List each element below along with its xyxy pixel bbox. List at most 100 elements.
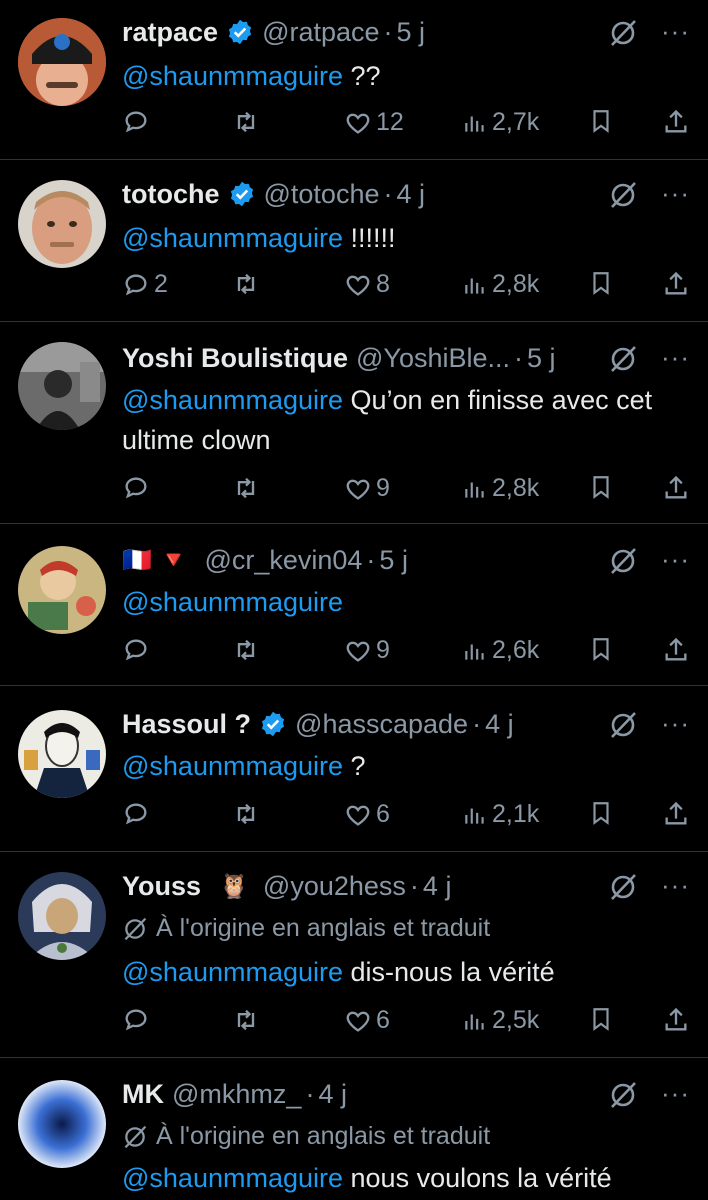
like-button[interactable]: 9	[344, 636, 390, 665]
views-button[interactable]: 2,8k	[462, 474, 539, 503]
views-button[interactable]: 2,7k	[462, 108, 539, 137]
display-name[interactable]: Hassoul ?	[122, 709, 251, 740]
view-count: 2,6k	[492, 636, 540, 664]
mention-link[interactable]: @shaunmmaguire	[122, 223, 343, 253]
more-options-icon[interactable]: ···	[661, 16, 690, 47]
more-options-icon[interactable]: ···	[661, 1078, 690, 1109]
mention-link[interactable]: @shaunmmaguire	[122, 957, 343, 987]
display-name[interactable]: MK	[122, 1079, 164, 1110]
reply-item[interactable]: Yoshi Boulistique @YoshiBle... · 5 j ···…	[0, 322, 708, 524]
handle[interactable]: @hasscapade	[295, 709, 468, 740]
avatar[interactable]	[18, 710, 106, 798]
timestamp[interactable]: 4 j	[318, 1079, 347, 1110]
avatar[interactable]	[18, 180, 106, 268]
mention-link[interactable]: @shaunmmaguire	[122, 61, 343, 91]
timestamp[interactable]: 5 j	[527, 343, 556, 374]
reply-button[interactable]	[122, 474, 154, 502]
repost-button[interactable]	[232, 270, 260, 298]
bookmark-button[interactable]	[588, 636, 614, 662]
handle[interactable]: @totoche	[264, 179, 380, 210]
more-options-icon[interactable]: ···	[661, 178, 690, 209]
repost-button[interactable]	[232, 108, 260, 136]
more-options-icon[interactable]: ···	[661, 544, 690, 575]
more-options-icon[interactable]: ···	[661, 342, 690, 373]
avatar[interactable]	[18, 1080, 106, 1168]
reply-button[interactable]	[122, 1006, 154, 1034]
mention-link[interactable]: @shaunmmaguire	[122, 751, 343, 781]
repost-button[interactable]	[232, 636, 260, 664]
like-button[interactable]: 6	[344, 800, 390, 829]
timestamp[interactable]: 4 j	[396, 179, 425, 210]
handle[interactable]: @ratpace	[262, 17, 379, 48]
bookmark-button[interactable]	[588, 108, 614, 134]
avatar[interactable]	[18, 342, 106, 430]
handle[interactable]: @mkhmz_	[172, 1079, 301, 1110]
bookmark-button[interactable]	[588, 474, 614, 500]
like-button[interactable]: 6	[344, 1006, 390, 1035]
avatar[interactable]	[18, 872, 106, 960]
reply-icon	[125, 803, 147, 825]
grok-icon[interactable]	[608, 872, 638, 902]
mention-link[interactable]: @shaunmmaguire	[122, 385, 343, 415]
like-button[interactable]: 9	[344, 474, 390, 503]
share-button[interactable]	[662, 1006, 690, 1034]
display-name[interactable]: Youss	[122, 871, 201, 902]
reply-item[interactable]: ratpace @ratpace · 5 j ··· @shaunmmaguir…	[0, 0, 708, 160]
handle[interactable]: @you2hess	[263, 871, 406, 902]
reply-item[interactable]: Youss 🦉 @you2hess · 4 j ··· À l'origine …	[0, 852, 708, 1058]
repost-button[interactable]	[232, 1006, 260, 1034]
reply-item[interactable]: 🇫🇷 🔻 @cr_kevin04 · 5 j ··· @shaunmmaguir…	[0, 524, 708, 686]
display-name[interactable]: Yoshi Boulistique	[122, 343, 348, 374]
reply-button[interactable]	[122, 800, 154, 828]
translation-notice[interactable]: À l'origine en anglais et traduit	[122, 914, 490, 943]
display-name[interactable]: totoche	[122, 179, 220, 210]
reply-button[interactable]	[122, 636, 154, 664]
timestamp[interactable]: 5 j	[397, 17, 426, 48]
views-button[interactable]: 2,1k	[462, 800, 539, 829]
reply-item[interactable]: Hassoul ? @hasscapade · 4 j ··· @shaunmm…	[0, 686, 708, 852]
reply-text: @shaunmmaguire Qu’on en finisse avec cet…	[122, 380, 668, 460]
grok-icon[interactable]	[608, 710, 638, 740]
grok-icon[interactable]	[608, 344, 638, 374]
grok-icon[interactable]	[608, 18, 638, 48]
name-emoji: 🦉	[219, 872, 249, 900]
views-button[interactable]: 2,8k	[462, 270, 539, 299]
share-button[interactable]	[662, 270, 690, 298]
reply-item[interactable]: totoche @totoche · 4 j ··· @shaunmmaguir…	[0, 160, 708, 322]
share-button[interactable]	[662, 474, 690, 502]
share-button[interactable]	[662, 800, 690, 828]
repost-button[interactable]	[232, 474, 260, 502]
reply-button[interactable]	[122, 108, 154, 136]
handle[interactable]: @cr_kevin04	[204, 545, 362, 576]
grok-icon[interactable]	[608, 180, 638, 210]
grok-icon[interactable]	[608, 546, 638, 576]
avatar[interactable]	[18, 546, 106, 634]
grok-icon[interactable]	[608, 1080, 638, 1110]
bookmark-button[interactable]	[588, 800, 614, 826]
translation-notice[interactable]: À l'origine en anglais et traduit	[122, 1122, 490, 1151]
share-icon	[665, 475, 687, 499]
timestamp[interactable]: 4 j	[485, 709, 514, 740]
like-button[interactable]: 12	[344, 108, 404, 137]
reply-icon	[125, 639, 147, 661]
share-button[interactable]	[662, 636, 690, 664]
views-button[interactable]: 2,5k	[462, 1006, 539, 1035]
like-count: 6	[376, 1006, 390, 1034]
more-options-icon[interactable]: ···	[661, 708, 690, 739]
handle[interactable]: @YoshiBle...	[356, 343, 510, 374]
timestamp[interactable]: 4 j	[423, 871, 452, 902]
like-button[interactable]: 8	[344, 270, 390, 299]
bookmark-button[interactable]	[588, 270, 614, 296]
repost-button[interactable]	[232, 800, 260, 828]
timestamp[interactable]: 5 j	[379, 545, 408, 576]
views-button[interactable]: 2,6k	[462, 636, 539, 665]
share-button[interactable]	[662, 108, 690, 136]
reply-item[interactable]: MK @mkhmz_ · 4 j ··· À l'origine en angl…	[0, 1058, 708, 1200]
bookmark-button[interactable]	[588, 1006, 614, 1032]
mention-link[interactable]: @shaunmmaguire	[122, 587, 343, 617]
more-options-icon[interactable]: ···	[661, 870, 690, 901]
display-name[interactable]: ratpace	[122, 17, 218, 48]
mention-link[interactable]: @shaunmmaguire	[122, 1163, 343, 1193]
avatar[interactable]	[18, 18, 106, 106]
reply-button[interactable]: 2	[122, 270, 168, 299]
